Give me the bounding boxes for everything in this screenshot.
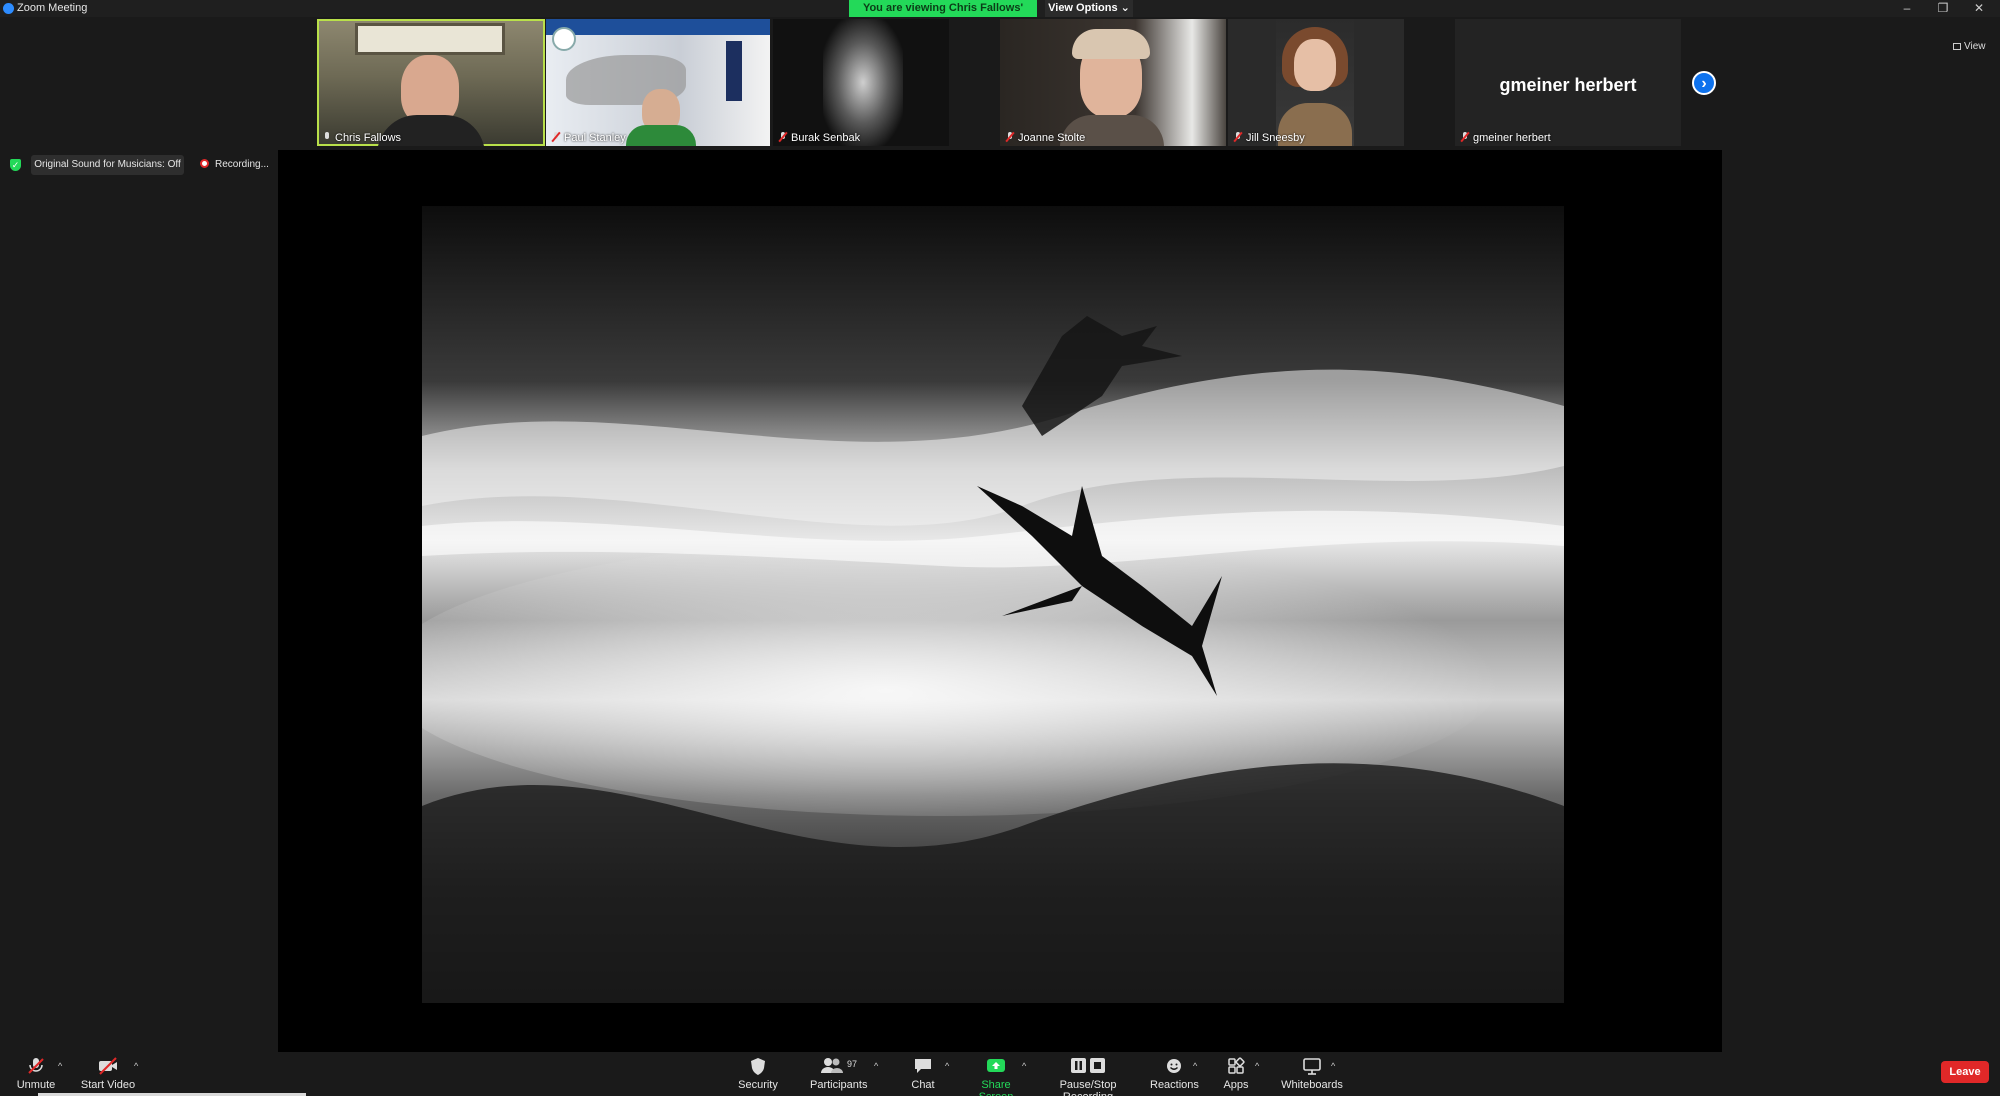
chat-options-caret[interactable]: ^	[945, 1061, 949, 1071]
mic-muted-icon	[1234, 132, 1242, 142]
mic-muted-icon	[14, 1056, 58, 1076]
participant-tile[interactable]: Chris Fallows	[317, 19, 545, 146]
pause-stop-icon	[1040, 1056, 1136, 1076]
chat-icon	[906, 1056, 940, 1076]
participants-icon: 97	[810, 1056, 866, 1076]
slide-figure	[726, 41, 742, 101]
participant-name: Chris Fallows	[323, 132, 401, 144]
reactions-icon	[1150, 1056, 1198, 1076]
reactions-options-caret[interactable]: ^	[1193, 1061, 1197, 1071]
recording-dot-icon	[200, 159, 209, 168]
participant-name: Burak Senbak	[779, 132, 860, 144]
whiteboards-options-caret[interactable]: ^	[1331, 1061, 1335, 1071]
person-hair	[1072, 29, 1150, 59]
participants-button[interactable]: 97 Participants	[810, 1056, 867, 1091]
recording-indicator: Recording...	[200, 155, 269, 175]
meeting-toolbar: Unmute ^ Start Video ^ Security 97 Parti…	[0, 1052, 2000, 1096]
grid-icon	[1953, 43, 1961, 50]
viewing-screen-badge: You are viewing Chris Fallows' screen	[849, 0, 1037, 31]
participant-name: Paul Stanley	[552, 132, 626, 144]
minimize-icon[interactable]: –	[1889, 0, 1925, 17]
slide-header	[546, 19, 770, 35]
person-shoulders	[626, 125, 696, 146]
next-page-button[interactable]: ›	[1692, 71, 1716, 95]
shared-photo	[422, 206, 1564, 1003]
mic-muted-icon	[552, 132, 560, 142]
participant-tile[interactable]: gmeiner herbert gmeiner herbert	[1455, 19, 1681, 146]
participant-display-name: gmeiner herbert	[1499, 75, 1637, 95]
share-options-caret[interactable]: ^	[1022, 1061, 1026, 1071]
wall-frame	[355, 23, 505, 55]
participant-tile[interactable]: Burak Senbak	[773, 19, 949, 146]
video-options-caret[interactable]: ^	[134, 1061, 138, 1071]
chat-button[interactable]: Chat	[906, 1056, 940, 1091]
pause-stop-recording-button[interactable]: Pause/Stop Recording	[1040, 1056, 1136, 1096]
shield-icon	[734, 1056, 782, 1076]
mic-muted-icon	[779, 132, 787, 142]
mic-icon	[323, 132, 331, 142]
apps-button[interactable]: Apps	[1220, 1056, 1252, 1091]
person-face	[1294, 39, 1336, 91]
abstract-avatar	[823, 19, 903, 146]
participant-name: Jill Sneesby	[1234, 132, 1305, 144]
title-bar: Zoom Meeting You are viewing Chris Fallo…	[0, 0, 2000, 31]
security-button[interactable]: Security	[734, 1056, 782, 1091]
apps-options-caret[interactable]: ^	[1255, 1061, 1259, 1071]
start-video-button[interactable]: Start Video	[80, 1056, 136, 1091]
marlin-photo	[422, 206, 1564, 1003]
participants-options-caret[interactable]: ^	[874, 1061, 878, 1071]
participant-name: gmeiner herbert	[1461, 132, 1551, 144]
share-screen-button[interactable]: Share Screen	[966, 1056, 1026, 1096]
close-icon[interactable]: ✕	[1961, 0, 1997, 17]
security-shield-icon: ✓	[10, 159, 21, 171]
participant-name: Joanne Stolte	[1006, 132, 1085, 144]
zoom-app-icon	[3, 3, 14, 14]
reactions-button[interactable]: Reactions	[1150, 1056, 1199, 1091]
participant-tile[interactable]: Jill Sneesby	[1228, 19, 1404, 146]
original-sound-button[interactable]: Original Sound for Musicians: Off	[31, 155, 184, 175]
mic-muted-icon	[1006, 132, 1014, 142]
window-title: Zoom Meeting	[17, 2, 88, 14]
restore-icon[interactable]: ❐	[1925, 0, 1961, 17]
participant-tile[interactable]: Joanne Stolte	[1000, 19, 1226, 146]
audio-options-caret[interactable]: ^	[58, 1061, 62, 1071]
view-options-button[interactable]: View Options ⌄	[1045, 0, 1133, 17]
unmute-button[interactable]: Unmute	[14, 1056, 58, 1091]
leave-button[interactable]: Leave	[1941, 1061, 1989, 1083]
participant-tile[interactable]: Paul Stanley	[546, 19, 770, 146]
emblem-icon	[552, 27, 576, 51]
share-screen-icon	[966, 1056, 1026, 1076]
apps-icon	[1220, 1056, 1252, 1076]
participant-strip: Chris Fallows Paul Stanley Burak Senbak …	[0, 17, 2000, 148]
participants-count: 97	[847, 1059, 857, 1069]
view-button[interactable]: View	[1953, 41, 1986, 52]
video-muted-icon	[80, 1056, 136, 1076]
mic-muted-icon	[1461, 132, 1469, 142]
shared-screen	[278, 150, 1722, 1052]
